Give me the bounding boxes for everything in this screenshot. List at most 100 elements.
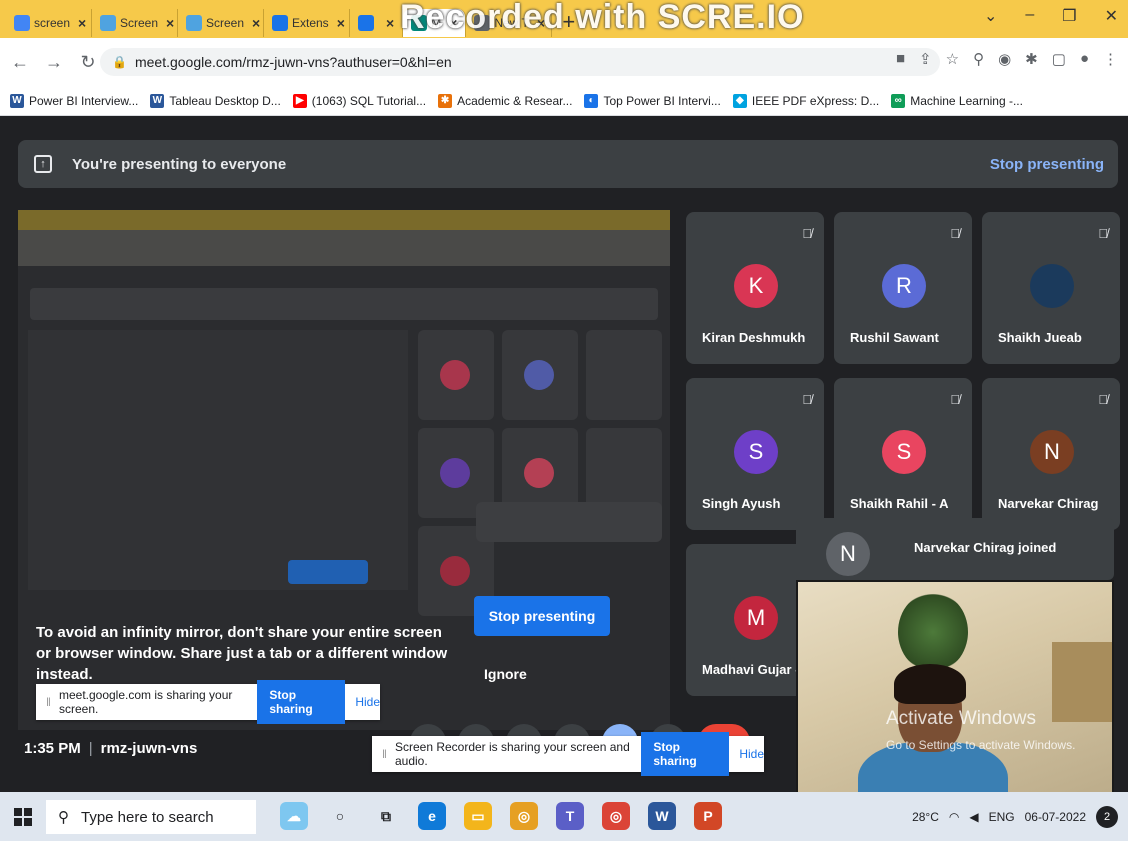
bookmark-item[interactable]: W Tableau Desktop D... — [150, 93, 281, 108]
bookmarks-bar: W Power BI Interview... W Tableau Desktop D… — [0, 86, 1128, 116]
bookmark-item[interactable]: ▶ (1063) SQL Tutorial... — [292, 93, 426, 108]
mirror-address-bar — [18, 230, 670, 266]
meeting-code: rmz-juwn-vns — [100, 740, 198, 757]
language-indicator[interactable]: ENG — [989, 810, 1015, 824]
browser-tab[interactable]: Screen × — [92, 9, 178, 37]
participant-name: Shaikh Jueab — [998, 330, 1082, 345]
chrome-icon[interactable]: ◎ — [510, 802, 538, 830]
sidepanel-icon[interactable]: ▢ — [1052, 50, 1066, 68]
tab-favicon — [272, 15, 288, 31]
word-icon[interactable]: W — [648, 802, 676, 830]
drag-handle-icon[interactable]: ‖ — [46, 695, 51, 709]
tab-close-icon[interactable]: × — [386, 15, 394, 31]
tab-close-icon[interactable]: × — [166, 15, 174, 31]
tab-close-icon[interactable]: × — [78, 15, 86, 31]
bookmark-item[interactable]: ∞ Machine Learning -... — [891, 93, 1023, 108]
taskbar-date[interactable]: 06-07-2022 — [1025, 810, 1086, 824]
bookmark-label: Power BI Interview... — [29, 93, 139, 108]
participant-name: Kiran Deshmukh — [702, 330, 806, 345]
browser-tab[interactable]: screen × — [6, 9, 92, 37]
browser-tab[interactable]: × — [350, 9, 404, 37]
volume-icon[interactable]: ◀ — [969, 810, 978, 824]
weather-temp[interactable]: 28°C — [912, 810, 939, 824]
ignore-button[interactable]: Ignore — [484, 666, 527, 682]
close-window-icon[interactable]: ✕ — [1105, 6, 1118, 26]
task-view-icon[interactable]: ⧉ — [372, 802, 400, 830]
meet-hide-button[interactable]: Hide — [355, 695, 380, 709]
share-icon[interactable]: ⇪ — [919, 50, 932, 68]
teams-icon[interactable]: T — [556, 802, 584, 830]
bookmark-favicon: ◐ — [584, 93, 599, 108]
participant-avatar: S — [734, 430, 778, 474]
bookmark-item[interactable]: W Power BI Interview... — [10, 93, 139, 108]
back-icon[interactable]: ← — [6, 52, 34, 73]
participant-tile[interactable]: 🎙̸ S Singh Ayush — [686, 378, 824, 530]
chrome-profile-icon[interactable]: ◎ — [602, 802, 630, 830]
participant-avatar: S — [882, 430, 926, 474]
lock-icon[interactable]: 🔒 — [112, 55, 127, 69]
camera-icon[interactable]: ■ — [896, 50, 905, 68]
tab-close-icon[interactable]: × — [252, 15, 260, 31]
mirror-tile — [586, 330, 662, 420]
participant-tile[interactable]: 🎙̸ Shaikh Jueab — [982, 212, 1120, 364]
menu-icon[interactable]: ⋮ — [1103, 50, 1118, 68]
edge-icon[interactable]: e — [418, 802, 446, 830]
powerpoint-icon[interactable]: P — [694, 802, 722, 830]
puzzle-icon[interactable]: ✱ — [1025, 50, 1038, 68]
present-upload-icon: ↑ — [34, 155, 52, 173]
cortana-icon[interactable]: ○ — [326, 802, 354, 830]
windows-start-icon[interactable] — [14, 807, 32, 826]
tab-label: Screen — [120, 16, 159, 30]
profile-avatar[interactable]: ● — [1080, 50, 1089, 68]
participant-tile[interactable]: 🎙̸ R Rushil Sawant — [834, 212, 972, 364]
browser-tab[interactable]: Extens × — [264, 9, 350, 37]
participant-joined-toast: N Narvekar Chirag joined — [796, 518, 1114, 580]
restore-icon[interactable]: ❐ — [1062, 6, 1076, 26]
recorder-stop-sharing-button[interactable]: Stop sharing — [641, 732, 730, 776]
forward-icon[interactable]: → — [40, 52, 68, 73]
wifi-icon[interactable]: ◠ — [949, 810, 959, 824]
taskbar-search-box[interactable]: ⚲ Type here to search — [46, 800, 256, 834]
tab-favicon — [186, 15, 202, 31]
meet-stop-sharing-button[interactable]: Stop sharing — [257, 680, 346, 724]
file-explorer-icon[interactable]: ▭ — [464, 802, 492, 830]
bookmark-item[interactable]: ✱ Academic & Resear... — [438, 93, 572, 108]
reload-icon[interactable]: ↻ — [74, 52, 102, 73]
widgets-icon[interactable]: ☁ — [280, 802, 308, 830]
meeting-info: 1:35 PM | rmz-juwn-vns — [24, 740, 197, 757]
meeting-time: 1:35 PM — [24, 740, 81, 757]
mirror-avatar — [524, 360, 554, 390]
bookmark-item[interactable]: ◐ Top Power BI Intervi... — [584, 93, 721, 108]
participant-name: Rushil Sawant — [850, 330, 939, 345]
recorder-extension-icon[interactable]: ◉ — [998, 50, 1011, 68]
mirror-avatar — [440, 458, 470, 488]
url-text[interactable]: meet.google.com/rmz-juwn-vns?authuser=0&… — [135, 54, 452, 70]
mic-muted-icon: 🎙̸ — [950, 392, 960, 407]
bookmark-favicon: W — [10, 93, 24, 108]
participant-tile[interactable]: 🎙̸ S Shaikh Rahil - A — [834, 378, 972, 530]
stop-presenting-button[interactable]: Stop presenting — [474, 596, 610, 636]
mic-muted-icon: 🎙̸ — [950, 226, 960, 241]
minimize-icon[interactable]: – — [1025, 6, 1034, 26]
participant-tile[interactable]: 🎙̸ K Kiran Deshmukh — [686, 212, 824, 364]
bookmark-item[interactable]: ◆ IEEE PDF eXpress: D... — [732, 93, 879, 108]
activate-windows-title: Activate Windows — [886, 708, 1036, 729]
tab-search-icon[interactable]: ⌄ — [984, 6, 997, 26]
extension-icon[interactable]: ⚲ — [973, 50, 984, 68]
mirror-avatar — [440, 556, 470, 586]
recorder-hide-button[interactable]: Hide — [739, 747, 764, 761]
participant-tile[interactable]: 🎙̸ N Narvekar Chirag — [982, 378, 1120, 530]
drag-handle-icon[interactable]: ‖ — [382, 747, 387, 761]
tab-close-icon[interactable]: × — [337, 15, 345, 31]
notification-badge[interactable]: 2 — [1096, 806, 1118, 828]
browser-tab[interactable]: Screen × — [178, 9, 264, 37]
bookmark-star-icon[interactable]: ☆ — [946, 50, 959, 68]
windows-taskbar: ⚲ Type here to search ☁ ○ ⧉ e ▭ ◎ T ◎ W … — [0, 792, 1128, 841]
tab-favicon — [358, 15, 374, 31]
url-bar[interactable]: 🔒 meet.google.com/rmz-juwn-vns?authuser=… — [100, 48, 940, 76]
stop-presenting-link[interactable]: Stop presenting — [990, 156, 1104, 173]
person-hair — [894, 664, 966, 704]
recorder-watermark: Recorded with SCRE.IO — [400, 0, 805, 36]
toolbar-icons: ■ ⇪ ☆ ⚲ ◉ ✱ ▢ ● ⋮ — [896, 50, 1118, 68]
infinity-mirror-warning: To avoid an infinity mirror, don't share… — [36, 624, 448, 683]
